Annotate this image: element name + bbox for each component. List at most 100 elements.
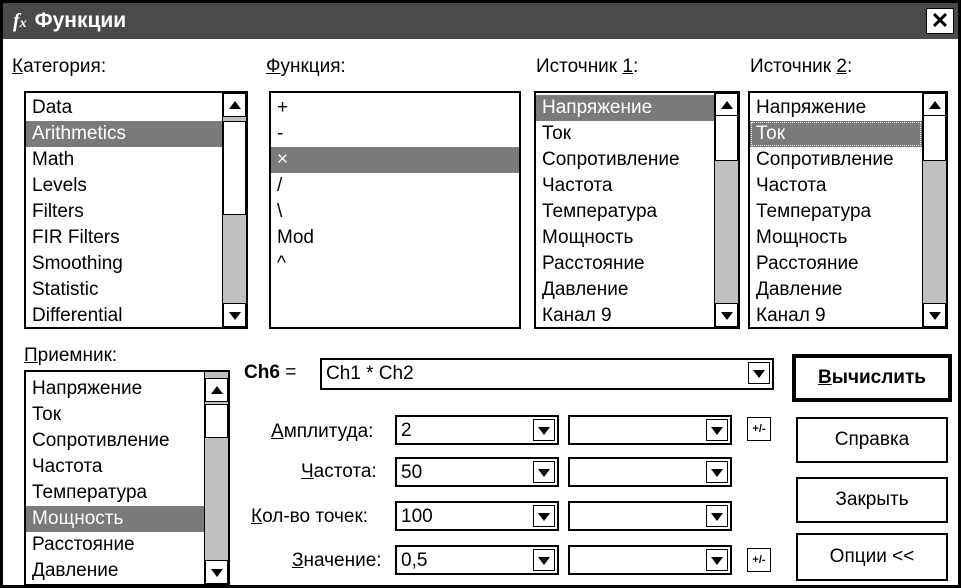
list-item[interactable]: Канал 9 (750, 303, 922, 327)
list-item[interactable]: FIR Filters (26, 225, 222, 251)
functions-dialog: fx Функции ✕ Категория: Функция: Источни… (0, 0, 961, 588)
plus-minus-amplitude-button[interactable]: +/- (747, 417, 771, 441)
list-item[interactable]: Filters (26, 199, 222, 225)
list-item[interactable]: Statistic (26, 277, 222, 303)
list-item[interactable]: Мощность (750, 225, 922, 251)
options-button[interactable]: Опции << (796, 533, 948, 581)
fx-icon: fx (13, 9, 27, 32)
list-item[interactable]: Температура (750, 199, 922, 225)
amplitude-combo-2[interactable] (568, 415, 732, 445)
points-combo-2[interactable] (568, 501, 732, 531)
list-item[interactable]: Ток (26, 402, 204, 428)
chevron-down-icon[interactable] (706, 505, 728, 527)
chevron-down-icon[interactable] (706, 419, 728, 441)
list-item[interactable]: / (271, 173, 519, 199)
list-item[interactable]: Напряжение (26, 376, 204, 402)
list-item[interactable]: Температура (26, 480, 204, 506)
list-item[interactable]: × (271, 147, 519, 173)
scroll-thumb[interactable] (923, 115, 946, 161)
plus-minus-icon: +/- (752, 554, 766, 566)
chevron-down-icon[interactable] (706, 549, 728, 571)
scroll-down-icon[interactable] (205, 560, 228, 584)
scroll-thumb[interactable] (205, 404, 228, 438)
chevron-down-icon[interactable] (533, 505, 555, 527)
scroll-up-icon[interactable] (923, 93, 946, 117)
frequency-combo-2[interactable] (568, 457, 732, 487)
function-label: Функция: (266, 56, 346, 77)
chevron-down-icon[interactable] (533, 419, 555, 441)
list-item[interactable]: Расстояние (26, 532, 204, 558)
list-item[interactable]: + (271, 95, 519, 121)
source2-list[interactable]: Напряжение Ток Сопротивление Частота Темпера… (748, 91, 948, 329)
list-item[interactable]: \ (271, 199, 519, 225)
scroll-up-icon[interactable] (715, 93, 738, 117)
close-window-button[interactable]: ✕ (926, 8, 954, 34)
value-label: Значение: (292, 550, 382, 571)
close-button[interactable]: Закрыть (796, 477, 948, 523)
receiver-list[interactable]: Напряжение Ток Сопротивление Частота Темпера… (24, 370, 230, 586)
receiver-label: Приемник: (24, 345, 118, 366)
list-item[interactable]: Ток (536, 121, 714, 147)
list-item[interactable]: Частота (26, 454, 204, 480)
list-item[interactable]: Давление (750, 277, 922, 303)
list-item[interactable]: Напряжение (536, 95, 714, 121)
list-item[interactable]: Levels (26, 173, 222, 199)
list-item[interactable]: Ток (750, 121, 922, 147)
list-item[interactable]: Сопротивление (750, 147, 922, 173)
list-item[interactable]: Температура (536, 199, 714, 225)
category-label: Категория: (12, 56, 107, 77)
scroll-down-icon[interactable] (223, 303, 246, 327)
source2-scrollbar[interactable] (922, 93, 946, 327)
chevron-down-icon[interactable] (533, 549, 555, 571)
scroll-down-icon[interactable] (923, 303, 946, 327)
list-item[interactable]: Давление (536, 277, 714, 303)
chevron-down-icon[interactable] (533, 461, 555, 483)
chevron-down-icon[interactable] (748, 362, 770, 384)
calculate-button[interactable]: Вычислить (792, 354, 952, 402)
source1-scrollbar[interactable] (714, 93, 738, 327)
receiver-scrollbar[interactable] (204, 372, 228, 584)
list-item[interactable]: Частота (750, 173, 922, 199)
list-item[interactable]: Мощность (26, 506, 204, 532)
list-item[interactable]: ^ (271, 251, 519, 277)
list-item[interactable]: - (271, 121, 519, 147)
list-item[interactable]: Расстояние (750, 251, 922, 277)
list-item[interactable]: Напряжение (750, 95, 922, 121)
source1-list[interactable]: Напряжение Ток Сопротивление Частота Темпера… (534, 91, 740, 329)
formula-label: Ch6 = (244, 362, 297, 383)
list-item[interactable]: Сопротивление (26, 428, 204, 454)
list-item[interactable]: Давление (26, 558, 204, 584)
list-item[interactable]: Data (26, 95, 222, 121)
category-scrollbar[interactable] (222, 93, 246, 327)
scroll-up-icon[interactable] (223, 93, 246, 117)
list-item[interactable]: Канал 9 (536, 303, 714, 327)
list-item[interactable]: Smoothing (26, 251, 222, 277)
chevron-down-icon[interactable] (706, 461, 728, 483)
frequency-label: Частота: (301, 461, 377, 482)
source1-label: Источник 1: (536, 56, 639, 77)
amplitude-combo[interactable]: 2 (395, 415, 559, 445)
title-bar: fx Функции ✕ (3, 3, 958, 39)
points-combo[interactable]: 100 (395, 501, 559, 531)
help-button[interactable]: Справка (796, 417, 948, 463)
scroll-down-icon[interactable] (715, 303, 738, 327)
list-item[interactable]: Сопротивление (536, 147, 714, 173)
function-list[interactable]: + - × / \ Mod ^ (269, 91, 521, 329)
scroll-up-icon[interactable] (205, 378, 228, 402)
close-icon: ✕ (930, 8, 950, 33)
scroll-thumb[interactable] (715, 115, 738, 161)
list-item[interactable]: Arithmetics (26, 121, 222, 147)
scroll-thumb[interactable] (223, 121, 246, 215)
list-item[interactable]: Math (26, 147, 222, 173)
plus-minus-value-button[interactable]: +/- (747, 548, 771, 572)
value-combo[interactable]: 0,5 (395, 545, 559, 575)
frequency-combo[interactable]: 50 (395, 457, 559, 487)
list-item[interactable]: Мощность (536, 225, 714, 251)
list-item[interactable]: Частота (536, 173, 714, 199)
formula-input[interactable]: Ch1 * Ch2 (320, 358, 774, 390)
list-item[interactable]: Расстояние (536, 251, 714, 277)
category-list[interactable]: Data Arithmetics Math Levels Filters FIR Filt… (24, 91, 248, 329)
list-item[interactable]: Differential (26, 303, 222, 327)
value-combo-2[interactable] (568, 545, 732, 575)
list-item[interactable]: Mod (271, 225, 519, 251)
